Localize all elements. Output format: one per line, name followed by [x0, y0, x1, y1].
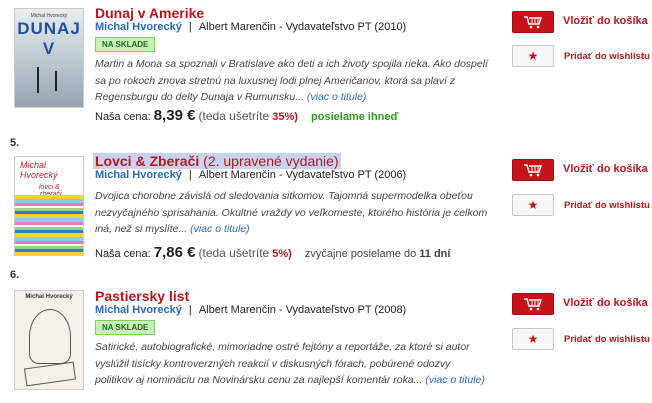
more-link[interactable]: (viac o titule) [190, 223, 250, 235]
add-to-wishlist-label[interactable]: Pridať do wishlistu [564, 334, 650, 345]
add-to-cart-label[interactable]: Vložiť do košíka [563, 297, 648, 309]
publisher: Albert Marenčin - Vydavateľstvo PT (2010… [198, 21, 407, 33]
book-cover[interactable]: Michal Hvorecký DUNAJ V [14, 8, 84, 108]
item-number: 6. [10, 269, 20, 281]
author-link[interactable]: Michal Hvorecký [95, 304, 182, 316]
shipping-status: posielame ihneď [311, 111, 399, 123]
author-line: Michal Hvorecký | Albert Marenčin - Vyda… [95, 169, 407, 181]
star-icon: ★ [527, 198, 539, 212]
stock-badge: NA SKLADE [95, 37, 156, 52]
price: 8,39 € [153, 107, 196, 124]
cover-title: DUNAJ V [17, 19, 81, 58]
price-row: Naša cena: 8,39 € (teda ušetríte 35%) po… [95, 107, 398, 124]
add-to-cart-label[interactable]: Vložiť do košíka [563, 163, 648, 175]
star-icon: ★ [527, 49, 539, 63]
price-label: Naša cena: [95, 111, 151, 123]
saving-text: (teda ušetríte [198, 109, 270, 123]
cover-title: Michal Hvorecký [25, 294, 73, 300]
add-to-cart-button[interactable] [512, 159, 554, 181]
price-row: Naša cena: 7,86 € (teda ušetríte 5%) zvy… [95, 244, 450, 261]
author-link[interactable]: Michal Hvorecký [95, 169, 182, 181]
add-to-cart-button[interactable] [512, 293, 554, 315]
saving-percent: 35%) [272, 111, 298, 123]
cart-icon [524, 164, 543, 177]
add-to-cart-label[interactable]: Vložiť do košíka [563, 15, 648, 27]
add-to-wishlist-button[interactable]: ★ [512, 328, 554, 350]
shipping-status: zvyčajne posielame do 11 dní [304, 248, 451, 260]
product-title[interactable]: Lovci & Zberači (2. upravené vydanie) [93, 153, 341, 169]
item-number: 5. [10, 137, 20, 149]
saving-percent: 5%) [272, 248, 292, 260]
price-label: Naša cena: [95, 248, 151, 260]
stock-badge: NA SKLADE [95, 320, 156, 335]
add-to-wishlist-button[interactable]: ★ [512, 194, 554, 216]
price: 7,86 € [153, 244, 196, 261]
star-icon: ★ [527, 332, 539, 346]
add-to-wishlist-button[interactable]: ★ [512, 45, 554, 67]
more-link[interactable]: (viac o titule) [425, 374, 485, 386]
cover-author: Michal Hvorecký [20, 160, 58, 180]
add-to-wishlist-label[interactable]: Pridať do wishlistu [564, 200, 650, 211]
product-description: Martin a Mona sa spoznali v Bratislave a… [95, 58, 488, 103]
book-cover[interactable]: Michal Hvorecký lovci & zberači [14, 156, 84, 256]
cart-icon [524, 298, 543, 311]
product-description: Dvojica chorobne závislá od sledovania s… [95, 190, 488, 235]
saving-text: (teda ušetríte [198, 246, 270, 260]
book-cover[interactable]: Michal Hvorecký [14, 290, 84, 390]
author-line: Michal Hvorecký | Albert Marenčin - Vyda… [95, 21, 407, 33]
add-to-cart-button[interactable] [512, 11, 554, 33]
cart-icon [524, 16, 543, 29]
author-line: Michal Hvorecký | Albert Marenčin - Vyda… [95, 304, 407, 316]
more-link[interactable]: (viac o titule) [307, 91, 367, 103]
product-title[interactable]: Dunaj v Amerike [95, 5, 204, 21]
publisher: Albert Marenčin - Vydavateľstvo PT (2006… [198, 169, 407, 181]
product-description: Satirické, autobiografické, mimoriadne o… [95, 341, 485, 386]
publisher: Albert Marenčin - Vydavateľstvo PT (2008… [198, 304, 407, 316]
add-to-wishlist-label[interactable]: Pridať do wishlistu [564, 51, 650, 62]
product-title[interactable]: Pastiersky list [95, 288, 189, 304]
author-link[interactable]: Michal Hvorecký [95, 21, 182, 33]
